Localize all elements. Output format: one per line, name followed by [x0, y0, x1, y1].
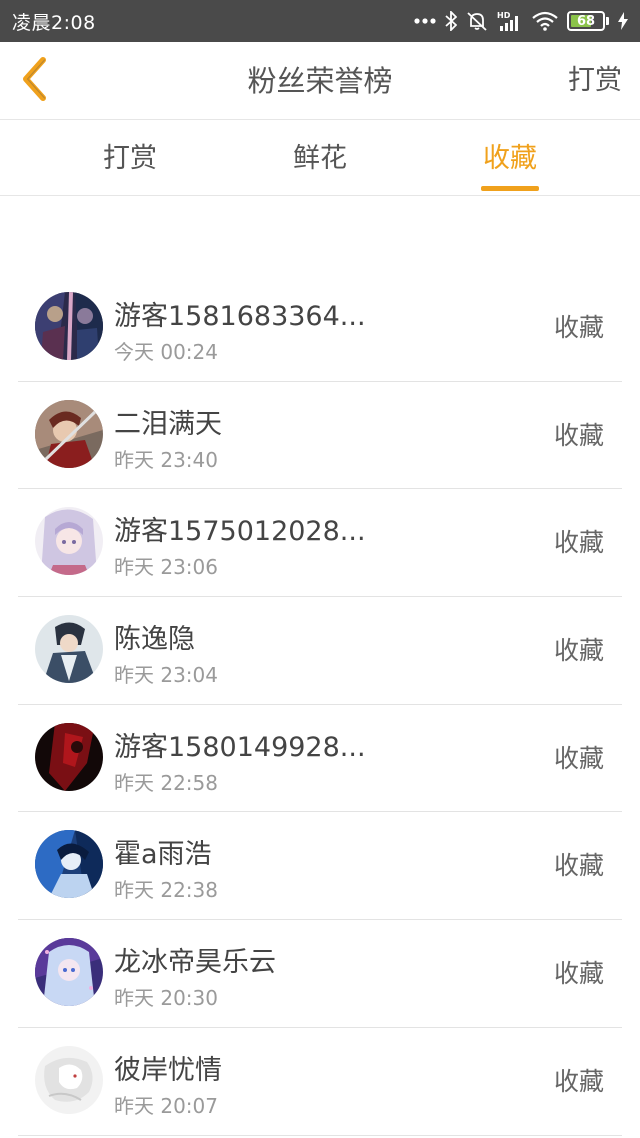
avatar[interactable] [35, 292, 103, 360]
fan-name: 游客1575012028... [114, 516, 366, 548]
list-item[interactable]: 二泪满天 昨天 23:40 收藏 [18, 382, 622, 490]
wifi-icon [532, 11, 558, 31]
fan-action-label: 收藏 [553, 743, 604, 773]
avatar[interactable] [35, 615, 103, 684]
fan-time: 昨天 22:38 [114, 878, 218, 903]
fan-time: 昨天 20:07 [114, 1093, 218, 1118]
tab-label: 收藏 [483, 143, 537, 174]
list-item[interactable]: 陈逸隐 昨天 23:04 收藏 [18, 597, 622, 705]
fan-action-label: 收藏 [553, 528, 604, 558]
hd-signal-icon: HD [497, 10, 523, 32]
reward-button[interactable]: 打赏 [568, 42, 622, 120]
battery-icon: 68 [567, 11, 609, 31]
fan-action-label: 收藏 [553, 420, 604, 450]
fan-time: 昨天 22:58 [114, 770, 218, 795]
tab-reward[interactable]: 打赏 [60, 120, 200, 196]
list-item[interactable]: 游客1581683364... 今天 00:24 收藏 [18, 274, 622, 382]
mute-bell-icon [466, 10, 488, 32]
fan-list: 游客1581683364... 今天 00:24 收藏 二泪满天 昨天 23:4… [18, 274, 622, 1136]
tab-label: 打赏 [103, 143, 157, 174]
list-item[interactable]: 彼岸忧情 昨天 20:07 收藏 [18, 1028, 622, 1136]
list-item[interactable]: 霍a雨浩 昨天 22:38 收藏 [18, 812, 622, 921]
fan-time: 昨天 20:30 [114, 986, 218, 1011]
fan-name: 龙冰帝昊乐云 [114, 947, 276, 979]
avatar[interactable] [35, 507, 103, 576]
svg-text:HD: HD [497, 11, 511, 20]
chevron-left-icon [19, 56, 49, 106]
fan-name: 游客1580149928... [114, 731, 366, 763]
tab-label: 鲜花 [293, 143, 347, 174]
list-item[interactable]: 游客1575012028... 昨天 23:06 收藏 [18, 489, 622, 598]
fan-name: 陈逸隐 [114, 624, 195, 656]
avatar[interactable] [35, 938, 103, 1007]
status-bar: 凌晨2:08 HD 68 [0, 0, 640, 42]
battery-percent: 68 [576, 13, 596, 29]
avatar[interactable] [35, 830, 103, 899]
status-icons: HD 68 [414, 10, 628, 32]
fan-action-label: 收藏 [553, 636, 604, 666]
fan-action-label: 收藏 [553, 313, 604, 342]
back-button[interactable] [14, 56, 54, 106]
avatar[interactable] [35, 1045, 103, 1114]
fan-action-label: 收藏 [553, 959, 604, 989]
tab-favorites[interactable]: 收藏 [440, 120, 580, 196]
status-time: 凌晨2:08 [12, 11, 96, 34]
active-tab-indicator [481, 186, 539, 191]
list-item[interactable]: 龙冰帝昊乐云 昨天 20:30 收藏 [18, 920, 622, 1028]
fan-name: 霍a雨浩 [114, 839, 212, 871]
avatar[interactable] [35, 399, 103, 468]
nav-bar: 粉丝荣誉榜 打赏 [0, 42, 640, 120]
fan-time: 今天 00:24 [114, 340, 218, 364]
page-title: 粉丝荣誉榜 [247, 64, 393, 98]
fan-time: 昨天 23:06 [114, 555, 218, 580]
charging-icon [618, 12, 628, 30]
fan-name: 彼岸忧情 [114, 1054, 222, 1086]
avatar[interactable] [35, 722, 103, 791]
more-dots-icon [414, 18, 436, 24]
fan-time: 昨天 23:04 [114, 663, 218, 688]
fan-action-label: 收藏 [553, 851, 604, 881]
fan-name: 二泪满天 [114, 408, 222, 440]
tab-bar: 打赏 鲜花 收藏 [0, 120, 640, 196]
fan-name: 游客1581683364... [114, 301, 366, 332]
bluetooth-icon [445, 11, 457, 31]
tab-flowers[interactable]: 鲜花 [250, 120, 390, 196]
fan-time: 昨天 23:40 [114, 447, 218, 472]
fan-action-label: 收藏 [553, 1066, 604, 1096]
list-item[interactable]: 游客1580149928... 昨天 22:58 收藏 [18, 705, 622, 813]
